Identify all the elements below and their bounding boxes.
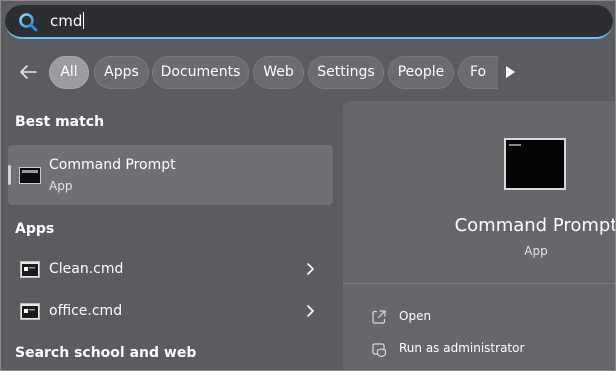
apps-heading: Apps <box>15 221 55 237</box>
detail-subtitle: App <box>524 244 548 258</box>
command-prompt-icon <box>19 167 41 184</box>
filter-apps[interactable]: Apps <box>94 56 149 89</box>
play-right-icon[interactable] <box>504 65 516 79</box>
shield-run-as-admin-icon <box>372 343 387 357</box>
text-caret <box>83 12 85 29</box>
cmd-file-icon <box>20 303 40 320</box>
best-match-heading: Best match <box>15 114 105 130</box>
best-match-subtitle: App <box>49 179 73 193</box>
command-prompt-icon <box>504 138 566 190</box>
filter-people[interactable]: People <box>388 56 454 89</box>
filter-settings[interactable]: Settings <box>308 56 384 89</box>
arrow-left-icon[interactable] <box>17 61 39 83</box>
chevron-right-icon[interactable] <box>304 262 316 276</box>
action-run-as-admin-label: Run as administrator <box>399 341 525 355</box>
open-external-icon <box>372 310 386 324</box>
app-result-office-cmd[interactable]: office.cmd <box>8 294 333 330</box>
detail-panel: Command Prompt App Open Run as administr… <box>343 101 616 370</box>
search-icon <box>19 13 38 32</box>
filter-web[interactable]: Web <box>253 56 304 89</box>
best-match-result[interactable]: Command Prompt App <box>8 145 333 205</box>
app-result-label: Clean.cmd <box>49 261 124 277</box>
start-search-window: cmd All Apps Documents Web Settings Peop… <box>0 0 616 371</box>
search-input[interactable]: cmd <box>50 12 85 30</box>
filter-folders[interactable]: Fo <box>458 56 498 89</box>
search-query-text: cmd <box>50 12 83 30</box>
selection-indicator <box>8 165 11 185</box>
action-open-label: Open <box>399 309 432 323</box>
filter-documents[interactable]: Documents <box>152 56 249 89</box>
divider <box>343 283 615 284</box>
best-match-title: Command Prompt <box>49 157 176 173</box>
detail-title: Command Prompt <box>454 215 616 236</box>
search-web-heading: Search school and web <box>15 345 197 361</box>
action-open[interactable]: Open <box>371 307 571 329</box>
filter-all[interactable]: All <box>49 56 89 89</box>
app-result-label: office.cmd <box>49 303 123 319</box>
search-bar[interactable]: cmd <box>5 5 613 39</box>
app-result-clean-cmd[interactable]: Clean.cmd <box>8 252 333 288</box>
cmd-file-icon <box>20 261 40 278</box>
chevron-right-icon[interactable] <box>304 304 316 318</box>
action-run-as-admin[interactable]: Run as administrator <box>371 339 591 361</box>
